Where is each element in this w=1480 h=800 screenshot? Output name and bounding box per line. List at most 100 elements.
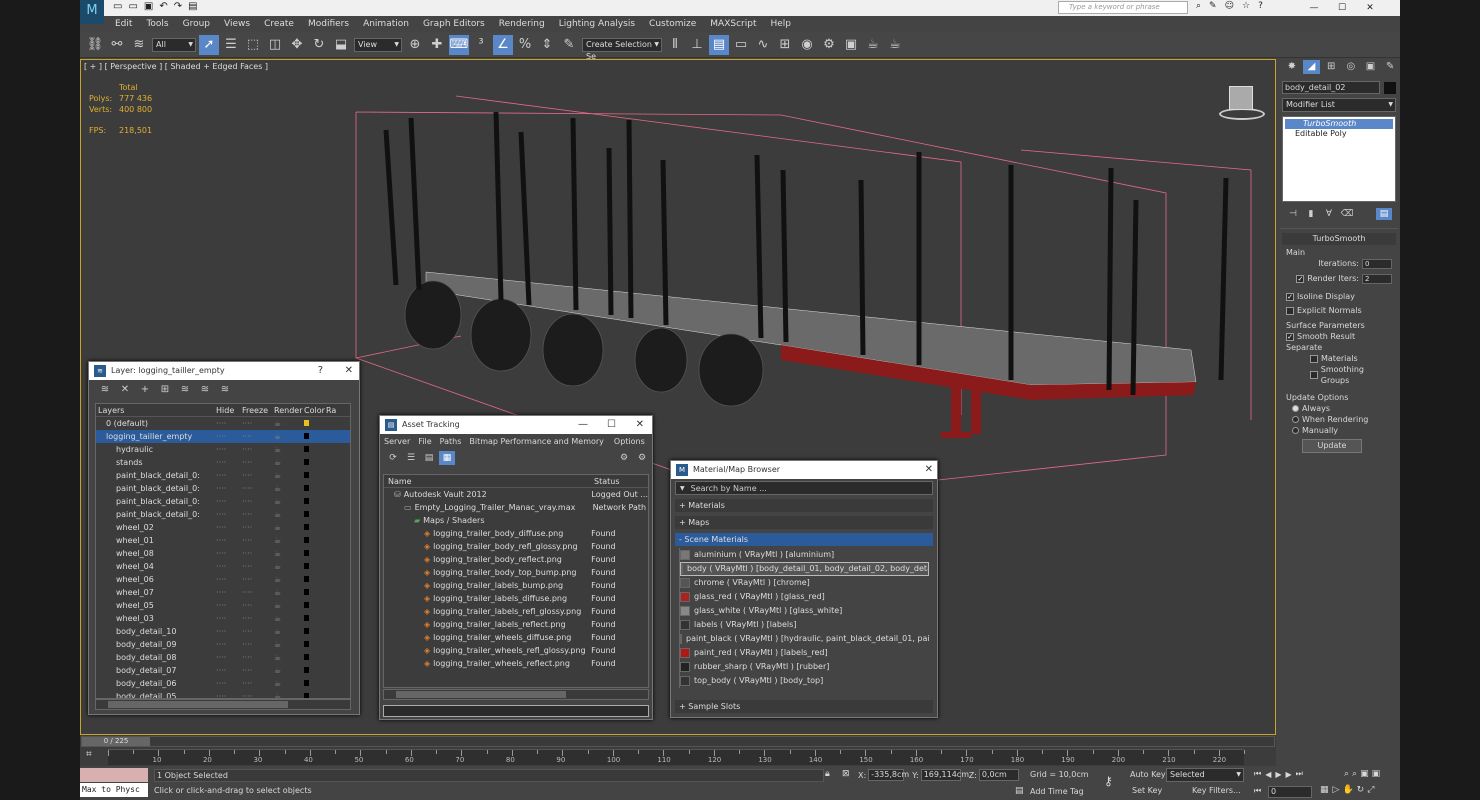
asset-row[interactable]: ◈ logging_trailer_body_refl_glossy.png Fou… (384, 540, 648, 553)
create-tab-icon[interactable]: ✸ (1283, 60, 1301, 74)
transform-mode-icon[interactable]: ⊠ (842, 769, 850, 779)
layer-row[interactable]: body_detail_07 ···· ···· ☕ (96, 664, 350, 677)
material-search[interactable]: ▼ Search by Name ... (675, 481, 933, 495)
render-toggle[interactable]: ☕ (274, 586, 304, 599)
render-toggle[interactable]: ☕ (274, 625, 304, 638)
render-toggle[interactable]: ☕ (274, 573, 304, 586)
select-object-icon[interactable]: ➚ (199, 34, 219, 55)
menu-animation[interactable]: Animation (356, 16, 416, 32)
isoline-checkbox[interactable]: ✓ (1286, 292, 1294, 301)
render-toggle[interactable]: ☕ (274, 612, 304, 625)
modifier-list-dropdown[interactable]: Modifier List (1282, 98, 1396, 112)
zoom-icon[interactable]: ⌕ (1344, 769, 1349, 779)
align-icon[interactable]: ⊥ (687, 35, 707, 55)
material-row[interactable]: labels ( VRayMtl ) [labels] (680, 618, 929, 632)
layer-row[interactable]: wheel_07 ···· ···· ☕ (96, 586, 350, 599)
edit-named-selection-icon[interactable]: ✎ (559, 35, 579, 55)
go-to-start-icon[interactable]: ⏮ (1254, 769, 1261, 779)
freeze-toggle[interactable]: ···· (242, 599, 274, 612)
freeze-toggle[interactable]: ···· (242, 638, 274, 651)
layer-color-swatch[interactable] (304, 677, 326, 690)
freeze-toggle[interactable]: ···· (242, 430, 274, 443)
add-time-tag-icon[interactable]: ▤ (1015, 786, 1024, 796)
layer-select-icon[interactable]: ≋ (96, 382, 114, 398)
hide-toggle[interactable]: ···· (216, 677, 242, 690)
layer-color-swatch[interactable] (304, 534, 326, 547)
move-icon[interactable]: ✥ (287, 35, 307, 55)
hide-toggle[interactable]: ···· (216, 443, 242, 456)
render-production-icon[interactable]: ☕ (863, 35, 883, 55)
menu-group[interactable]: Group (176, 16, 217, 32)
time-slider-thumb[interactable]: 0 / 225 (82, 737, 150, 746)
render-toggle[interactable]: ☕ (274, 534, 304, 547)
close-button[interactable]: ✕ (1356, 3, 1384, 13)
link-icon[interactable]: ⛓ (85, 35, 105, 55)
layer-row[interactable]: hydraulic ···· ···· ☕ (96, 443, 350, 456)
explicit-normals-checkbox[interactable] (1286, 306, 1294, 315)
material-row[interactable]: aluminium ( VRayMtl ) [aluminium] (680, 548, 929, 562)
add-time-tag-button[interactable]: Add Time Tag (1030, 787, 1084, 796)
manually-radio[interactable] (1292, 427, 1299, 434)
asset-row[interactable]: ◈ logging_trailer_wheels_refl_glossy.png F… (384, 644, 648, 657)
add-layer-icon[interactable]: + (136, 382, 154, 398)
render-toggle[interactable]: ☕ (274, 599, 304, 612)
angle-snap-icon[interactable]: ∠ (493, 34, 513, 55)
configure-modifier-icon[interactable]: ▤ (1376, 208, 1392, 220)
render-toggle[interactable]: ☕ (274, 430, 304, 443)
asset-row[interactable]: ▭ Empty_Logging_Trailer_Manac_vray.max Net… (384, 501, 648, 514)
hierarchy-tab-icon[interactable]: ⊞ (1322, 60, 1340, 74)
materials-checkbox[interactable] (1310, 354, 1318, 363)
render-iterative-icon[interactable]: ☕ (885, 35, 905, 55)
asset-row[interactable]: ◈ logging_trailer_wheels_diffuse.png Found (384, 631, 648, 644)
mirror-icon[interactable]: ⫴ (665, 35, 685, 55)
snaps-toggle-icon[interactable]: ³ (471, 35, 491, 55)
render-toggle[interactable]: ☕ (274, 651, 304, 664)
freeze-toggle[interactable]: ···· (242, 521, 274, 534)
asset-menu-bitmap[interactable]: Bitmap Performance and Memory (469, 437, 604, 446)
y-field[interactable]: 169,114cm (920, 769, 969, 781)
time-config-icon[interactable]: ▦ (1320, 785, 1329, 795)
layer-color-swatch[interactable] (304, 547, 326, 560)
hide-toggle[interactable]: ···· (216, 638, 242, 651)
next-frame-icon[interactable]: ▶ (1286, 770, 1292, 779)
person-icon[interactable]: ☺ (1225, 1, 1234, 11)
asset-row[interactable]: ▰ Maps / Shaders (384, 514, 648, 527)
hide-toggle[interactable]: ···· (216, 625, 242, 638)
layer-color-swatch[interactable] (304, 664, 326, 677)
render-toggle[interactable]: ☕ (274, 547, 304, 560)
hide-toggle[interactable]: ···· (216, 482, 242, 495)
selection-filter-dropdown[interactable]: All (152, 37, 196, 52)
iterations-spinner[interactable]: 0 (1362, 258, 1392, 269)
smoothing-groups-checkbox[interactable] (1310, 371, 1318, 379)
asset-menu-server[interactable]: Server (384, 437, 410, 446)
material-row[interactable]: top_body ( VRayMtl ) [body_top] (680, 674, 929, 688)
freeze-toggle[interactable]: ···· (242, 573, 274, 586)
col-render[interactable]: Render (274, 404, 304, 417)
render-toggle[interactable]: ☕ (274, 638, 304, 651)
layer-color-swatch[interactable] (304, 690, 326, 698)
layer-row[interactable]: body_detail_05 ···· ···· ☕ (96, 690, 350, 698)
minimize-button[interactable]: — (578, 416, 588, 434)
object-name-field[interactable]: body_detail_02 (1282, 81, 1381, 94)
maxscript-input[interactable]: Max to Physc (80, 783, 148, 797)
maximize-viewport-icon[interactable]: ⤢ (1367, 785, 1374, 795)
curve-editor-icon[interactable]: ∿ (753, 35, 773, 55)
hide-toggle[interactable]: ···· (216, 612, 242, 625)
layer-color-swatch[interactable] (304, 443, 326, 456)
freeze-toggle[interactable]: ···· (242, 690, 274, 698)
layer-row[interactable]: wheel_03 ···· ···· ☕ (96, 612, 350, 625)
layer-row[interactable]: wheel_01 ···· ···· ☕ (96, 534, 350, 547)
bind-space-warp-icon[interactable]: ≋ (129, 35, 149, 55)
display-tab-icon[interactable]: ▣ (1362, 60, 1380, 74)
update-button[interactable]: Update (1302, 439, 1362, 453)
hide-toggle[interactable]: ···· (216, 456, 242, 469)
render-iters-spinner[interactable]: 2 (1362, 273, 1392, 284)
material-search-input[interactable]: Search by Name ... (691, 484, 767, 493)
section-sample-slots[interactable]: + Sample Slots (675, 700, 933, 713)
freeze-toggle[interactable]: ···· (242, 612, 274, 625)
always-radio[interactable] (1292, 405, 1299, 412)
hide-toggle[interactable]: ···· (216, 495, 242, 508)
freeze-toggle[interactable]: ···· (242, 495, 274, 508)
material-row[interactable]: chrome ( VRayMtl ) [chrome] (680, 576, 929, 590)
maximize-button[interactable]: ☐ (1328, 3, 1356, 13)
